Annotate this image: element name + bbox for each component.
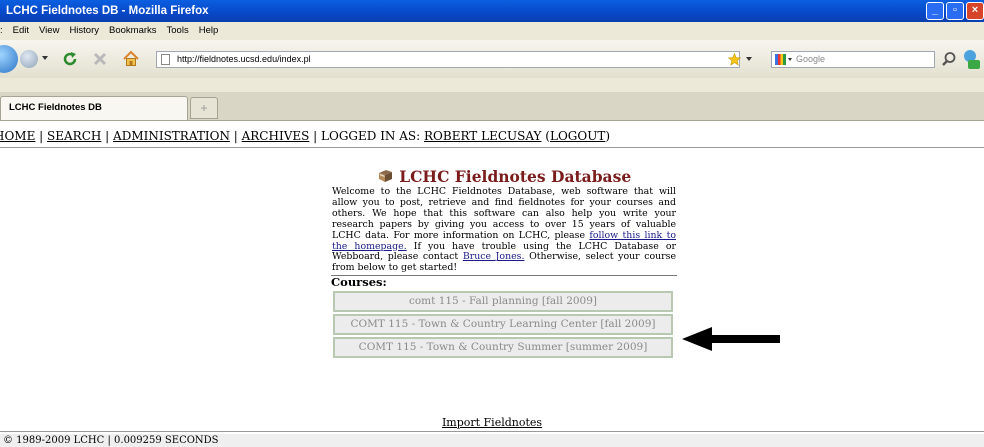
history-dropdown-icon[interactable]	[42, 56, 48, 60]
back-icon[interactable]	[0, 45, 18, 73]
reload-icon[interactable]	[62, 51, 78, 67]
forward-icon[interactable]	[20, 50, 38, 68]
book-icon	[378, 170, 392, 182]
contact-link[interactable]: Bruce Jones.	[463, 251, 525, 262]
search-box[interactable]: Google	[771, 51, 935, 68]
menu-bookmarks[interactable]: Bookmarks	[109, 25, 157, 36]
url-text[interactable]: http://fieldnotes.ucsd.edu/index.pl	[177, 52, 311, 67]
intro-paragraph: Welcome to the LCHC Fieldnotes Database,…	[331, 186, 677, 274]
new-tab-button[interactable]: +	[190, 97, 218, 119]
star-icon[interactable]	[728, 53, 741, 66]
footer-text: © 1989-2009 LCHC | 0.009259 SECONDS	[3, 435, 219, 446]
addon-icon[interactable]	[960, 48, 982, 70]
menu-view[interactable]: View	[39, 25, 59, 36]
nav-home-link[interactable]: HOME	[0, 129, 35, 143]
divider	[0, 147, 984, 148]
footer: © 1989-2009 LCHC | 0.009259 SECONDS	[0, 434, 984, 447]
nav-administration-link[interactable]: ADMINISTRATION	[113, 129, 230, 143]
menu-help[interactable]: Help	[199, 25, 219, 36]
navigation-toolbar: http://fieldnotes.ucsd.edu/index.pl Goog…	[0, 40, 984, 79]
course-button[interactable]: COMT 115 - Town & Country Learning Cente…	[333, 314, 673, 336]
import-fieldnotes-link[interactable]: Import Fieldnotes	[442, 416, 542, 429]
url-dropdown-icon[interactable]	[746, 57, 752, 61]
bookmarks-toolbar	[0, 78, 984, 92]
courses-label: Courses:	[331, 275, 387, 290]
menu-edit[interactable]: Edit	[13, 25, 29, 36]
menu-history[interactable]: History	[69, 25, 99, 36]
user-link[interactable]: ROBERT LECUSAY	[424, 129, 541, 143]
menu-file-partial[interactable]: :	[0, 25, 3, 36]
google-icon[interactable]	[775, 54, 786, 65]
search-placeholder: Google	[796, 54, 826, 64]
page-title: LCHC Fieldnotes Database	[399, 167, 632, 186]
page-title-row: LCHC Fieldnotes Database	[331, 167, 677, 187]
minimize-button[interactable]: _	[926, 2, 944, 20]
tab-strip: LCHC Fieldnotes DB +	[0, 92, 984, 121]
engine-dropdown-icon[interactable]	[788, 58, 792, 61]
arrow-icon	[682, 327, 780, 351]
page-icon	[161, 54, 170, 65]
tab-label: LCHC Fieldnotes DB	[9, 102, 102, 113]
window-title-bar: LCHC Fieldnotes DB - Mozilla Firefox _ ▫…	[0, 0, 984, 22]
tab-lchc-fieldnotes[interactable]: LCHC Fieldnotes DB	[0, 96, 188, 120]
menu-bar: : Edit View History Bookmarks Tools Help	[0, 22, 984, 40]
logout-link[interactable]: LOGOUT	[550, 129, 605, 143]
window-title: LCHC Fieldnotes DB - Mozilla Firefox	[6, 5, 209, 17]
menu-tools[interactable]: Tools	[167, 25, 189, 36]
stop-icon[interactable]	[92, 51, 108, 67]
maximize-button[interactable]: ▫	[946, 2, 964, 20]
main-content: LCHC Fieldnotes Database Welcome to the …	[331, 167, 677, 360]
footer-divider	[0, 431, 984, 432]
course-button[interactable]: COMT 115 - Town & Country Summer [summer…	[333, 337, 673, 359]
close-button[interactable]: ×	[966, 2, 984, 20]
magnifier-icon[interactable]	[941, 51, 957, 67]
site-navigation: HOME | SEARCH | ADMINISTRATION | ARCHIVE…	[0, 128, 984, 144]
logged-in-label: LOGGED IN AS:	[321, 129, 421, 143]
nav-archives-link[interactable]: ARCHIVES	[242, 129, 310, 143]
nav-search-link[interactable]: SEARCH	[47, 129, 101, 143]
address-bar[interactable]: http://fieldnotes.ucsd.edu/index.pl	[156, 51, 740, 68]
import-row: Import Fieldnotes	[0, 416, 984, 429]
home-icon[interactable]	[122, 50, 140, 68]
course-button[interactable]: comt 115 - Fall planning [fall 2009]	[333, 291, 673, 313]
